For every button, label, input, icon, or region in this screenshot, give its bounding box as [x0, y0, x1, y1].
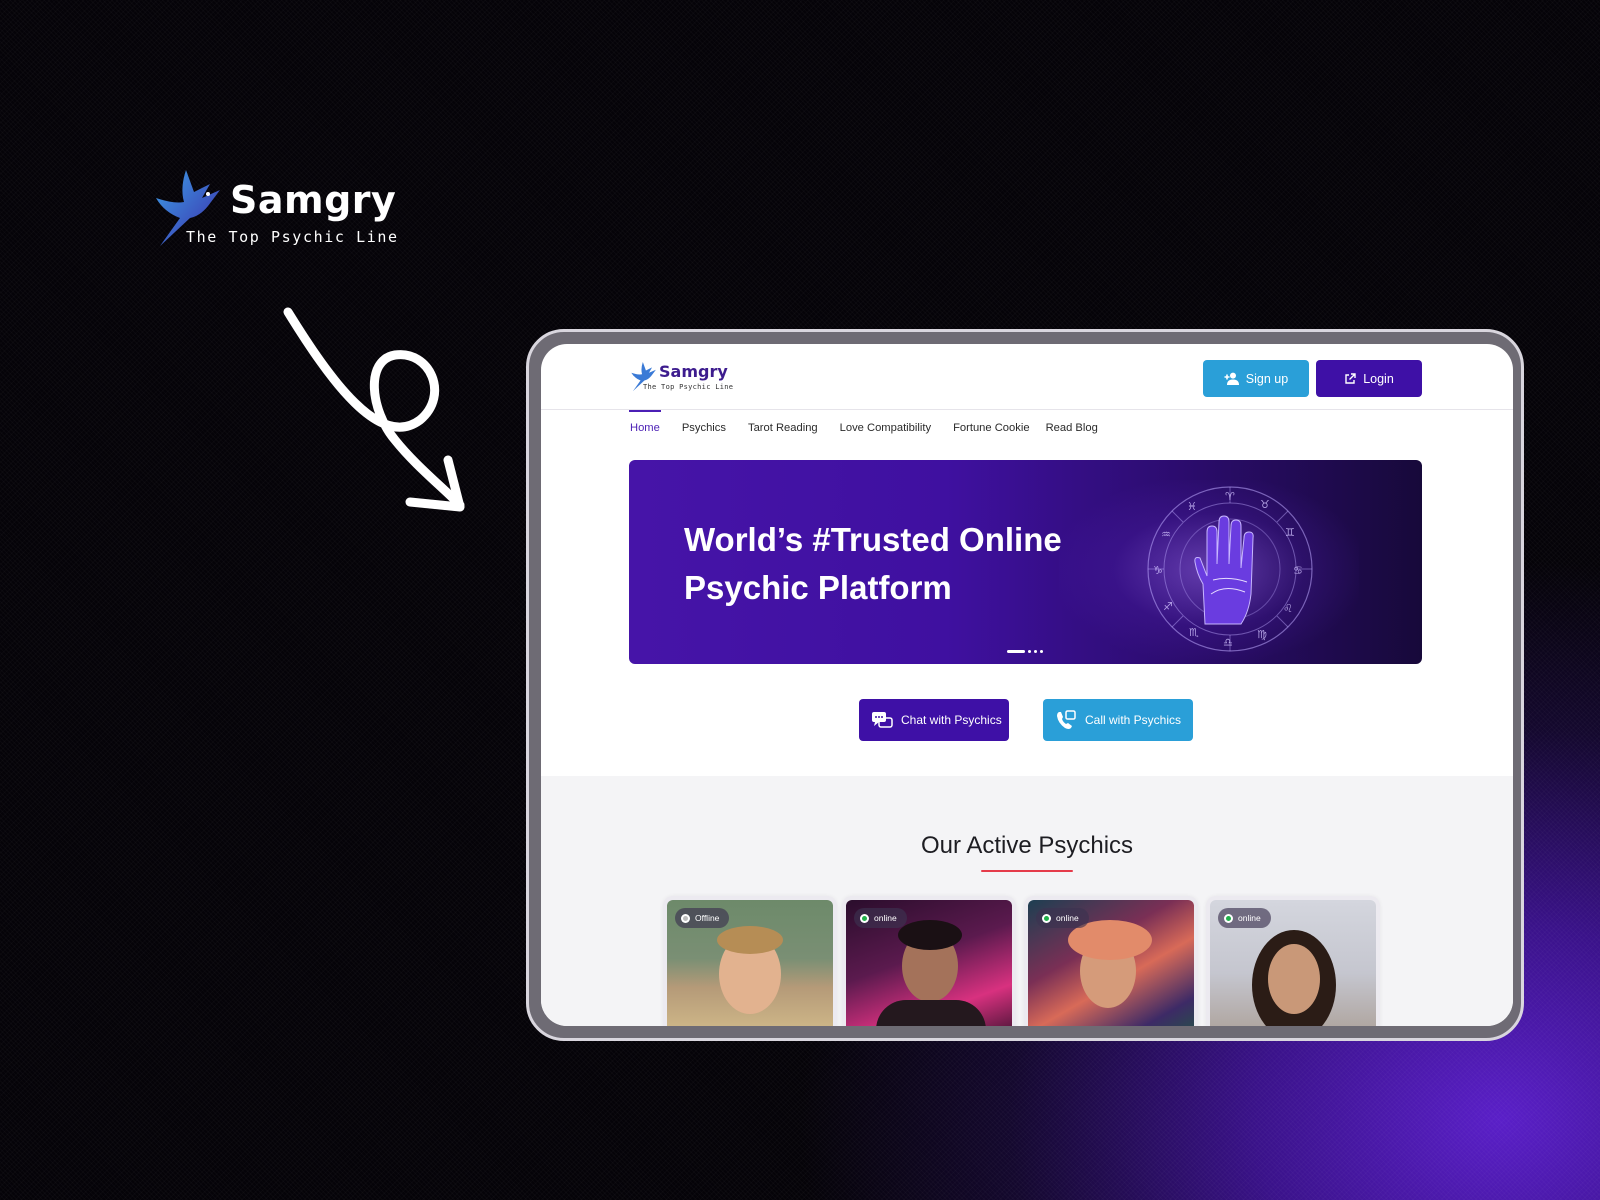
- active-psychics-section: Our Active Psychics Offline online onlin…: [541, 776, 1513, 1026]
- psychic-card[interactable]: online: [842, 896, 1016, 1026]
- svg-text:♋: ♋: [1293, 564, 1303, 577]
- slider-dot-2[interactable]: [1028, 650, 1031, 653]
- psychic-card[interactable]: online: [1024, 896, 1198, 1026]
- banner-headline: World’s #Trusted Online Psychic Platform: [684, 516, 1144, 612]
- nav-item-tarot-reading[interactable]: Tarot Reading: [747, 422, 819, 434]
- slider-dots: [1007, 650, 1043, 653]
- status-badge: online: [1218, 908, 1271, 928]
- svg-text:♎: ♎: [1223, 636, 1233, 649]
- status-label: Offline: [695, 913, 720, 923]
- website-screen: Samgry The Top Psychic Line Sign up Logi…: [541, 344, 1513, 1026]
- status-label: online: [1238, 913, 1261, 923]
- site-logo-name: Samgry: [659, 362, 728, 381]
- status-badge: online: [1036, 908, 1089, 928]
- status-badge: online: [854, 908, 907, 928]
- zodiac-palm-icon: ♈ ♉ ♊ ♋ ♌ ♍ ♎ ♏ ♐ ♑ ♒ ♓: [1147, 486, 1313, 652]
- signup-label: Sign up: [1245, 371, 1289, 386]
- banner-line-1: World’s #Trusted Online: [684, 521, 1062, 558]
- brand-name: Samgry: [230, 178, 397, 222]
- site-header: Samgry The Top Psychic Line Sign up Logi…: [541, 344, 1513, 410]
- login-label: Login: [1363, 371, 1394, 386]
- svg-text:♐: ♐: [1163, 600, 1173, 613]
- svg-text:♑: ♑: [1153, 564, 1163, 577]
- brand-tagline: The Top Psychic Line: [186, 228, 399, 246]
- status-label: online: [874, 913, 897, 923]
- nav-item-psychics[interactable]: Psychics: [681, 422, 727, 434]
- svg-text:♍: ♍: [1257, 628, 1267, 641]
- chat-with-psychics-button[interactable]: Chat with Psychics: [859, 699, 1009, 741]
- face-shape: [1268, 944, 1320, 1014]
- psychic-card[interactable]: Offline: [663, 896, 837, 1026]
- add-user-icon: [1224, 372, 1239, 385]
- brand-logo: Samgry The Top Psychic Line: [150, 168, 397, 252]
- nav-item-home[interactable]: Home: [629, 410, 661, 434]
- main-nav: Home Psychics Tarot Reading Love Compati…: [629, 410, 1119, 446]
- site-logo-tagline: The Top Psychic Line: [643, 383, 734, 391]
- svg-text:♒: ♒: [1161, 528, 1171, 541]
- svg-text:♏: ♏: [1189, 626, 1199, 639]
- status-label: online: [1056, 913, 1079, 923]
- jacket-shape: [876, 1000, 986, 1026]
- nav-item-fortune-cookie[interactable]: Fortune Cookie: [952, 422, 1031, 434]
- nav-item-read-blog[interactable]: Read Blog: [1045, 422, 1099, 434]
- svg-text:♓: ♓: [1187, 500, 1197, 513]
- status-dot-icon: [1042, 913, 1051, 923]
- hair-shape: [898, 920, 962, 950]
- svg-text:♉: ♉: [1260, 498, 1270, 511]
- signup-button[interactable]: Sign up: [1203, 360, 1309, 397]
- chat-icon: [872, 712, 893, 728]
- slider-dot-4[interactable]: [1040, 650, 1043, 653]
- status-dot-icon: [681, 913, 690, 923]
- psychic-card[interactable]: online: [1206, 896, 1380, 1026]
- call-with-psychics-label: Call with Psychics: [1085, 713, 1182, 727]
- external-link-icon: [1345, 372, 1356, 384]
- svg-text:♌: ♌: [1283, 602, 1293, 615]
- status-dot-icon: [860, 913, 869, 923]
- svg-text:♊: ♊: [1285, 526, 1295, 539]
- slider-dot-3[interactable]: [1034, 650, 1037, 653]
- section-title-underline: [981, 870, 1073, 872]
- site-logo[interactable]: Samgry The Top Psychic Line: [629, 361, 733, 395]
- login-button[interactable]: Login: [1316, 360, 1422, 397]
- section-title: Our Active Psychics: [920, 832, 1134, 859]
- call-with-psychics-button[interactable]: Call with Psychics: [1043, 699, 1193, 741]
- svg-text:♈: ♈: [1225, 490, 1235, 503]
- slider-dot-1[interactable]: [1007, 650, 1025, 653]
- hair-shape: [717, 926, 783, 954]
- chat-with-psychics-label: Chat with Psychics: [901, 713, 1002, 727]
- status-badge: Offline: [675, 908, 730, 928]
- phone-call-icon: [1057, 710, 1076, 729]
- banner-line-2: Psychic Platform: [684, 569, 952, 606]
- curly-arrow-icon: [283, 307, 465, 512]
- nav-item-love-compatibility[interactable]: Love Compatibility: [839, 422, 932, 434]
- status-dot-icon: [1224, 913, 1233, 923]
- hero-banner[interactable]: World’s #Trusted Online Psychic Platform…: [629, 460, 1422, 664]
